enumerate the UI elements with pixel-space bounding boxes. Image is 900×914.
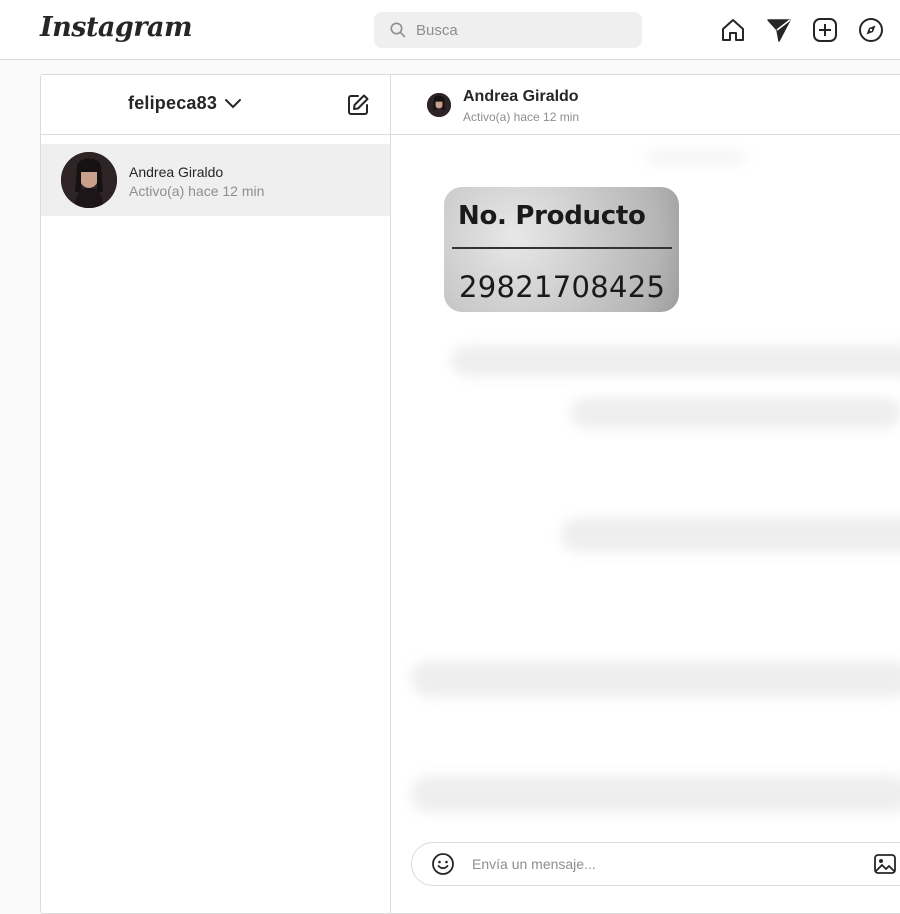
avatar[interactable] [427, 93, 451, 117]
conversation-header: Andrea Giraldo Activo(a) hace 12 min [391, 75, 900, 135]
blurred-content [561, 518, 900, 552]
explore-icon[interactable] [858, 17, 884, 43]
blurred-content [571, 398, 900, 428]
blurred-content [646, 153, 746, 161]
conversation-activity-status: Activo(a) hace 12 min [463, 110, 580, 124]
chevron-down-icon [225, 98, 242, 108]
thread-activity-status: Activo(a) hace 12 min [129, 183, 265, 199]
direct-inbox: felipeca83 Andrea Giraldo Activo(a) hace… [40, 74, 900, 914]
search-icon [390, 22, 406, 38]
image-label-number: 29821708425 [459, 270, 666, 304]
instagram-logo[interactable]: Instagram [40, 12, 193, 43]
thread-list-panel: felipeca83 Andrea Giraldo Activo(a) hace… [41, 75, 391, 913]
emoji-icon[interactable] [431, 852, 455, 876]
compose-message-icon[interactable] [346, 93, 370, 117]
thread-contact-name: Andrea Giraldo [129, 164, 224, 180]
image-message[interactable]: No. Producto 29821708425 [444, 187, 679, 312]
message-input[interactable] [472, 843, 852, 885]
direct-send-icon[interactable] [766, 17, 792, 43]
image-upload-icon[interactable] [873, 852, 897, 876]
avatar [61, 152, 117, 208]
search-input[interactable] [416, 12, 631, 48]
conversation-contact-name[interactable]: Andrea Giraldo [463, 88, 579, 106]
blurred-content [411, 776, 900, 812]
image-label-title: No. Producto [458, 201, 646, 231]
home-icon[interactable] [720, 17, 746, 43]
search-box[interactable] [374, 12, 642, 48]
new-post-icon[interactable] [812, 17, 838, 43]
image-label-divider [452, 247, 672, 249]
thread-item[interactable]: Andrea Giraldo Activo(a) hace 12 min [41, 144, 390, 216]
blurred-content [411, 661, 900, 697]
account-name: felipeca83 [128, 93, 218, 113]
blurred-content [451, 346, 900, 376]
thread-list-header: felipeca83 [41, 75, 390, 135]
conversation-panel: Andrea Giraldo Activo(a) hace 12 min No.… [391, 75, 900, 913]
message-list: No. Producto 29821708425 [391, 136, 900, 836]
account-switcher[interactable]: felipeca83 [128, 93, 242, 114]
message-composer [411, 842, 900, 886]
top-nav-bar: Instagram [0, 0, 900, 60]
